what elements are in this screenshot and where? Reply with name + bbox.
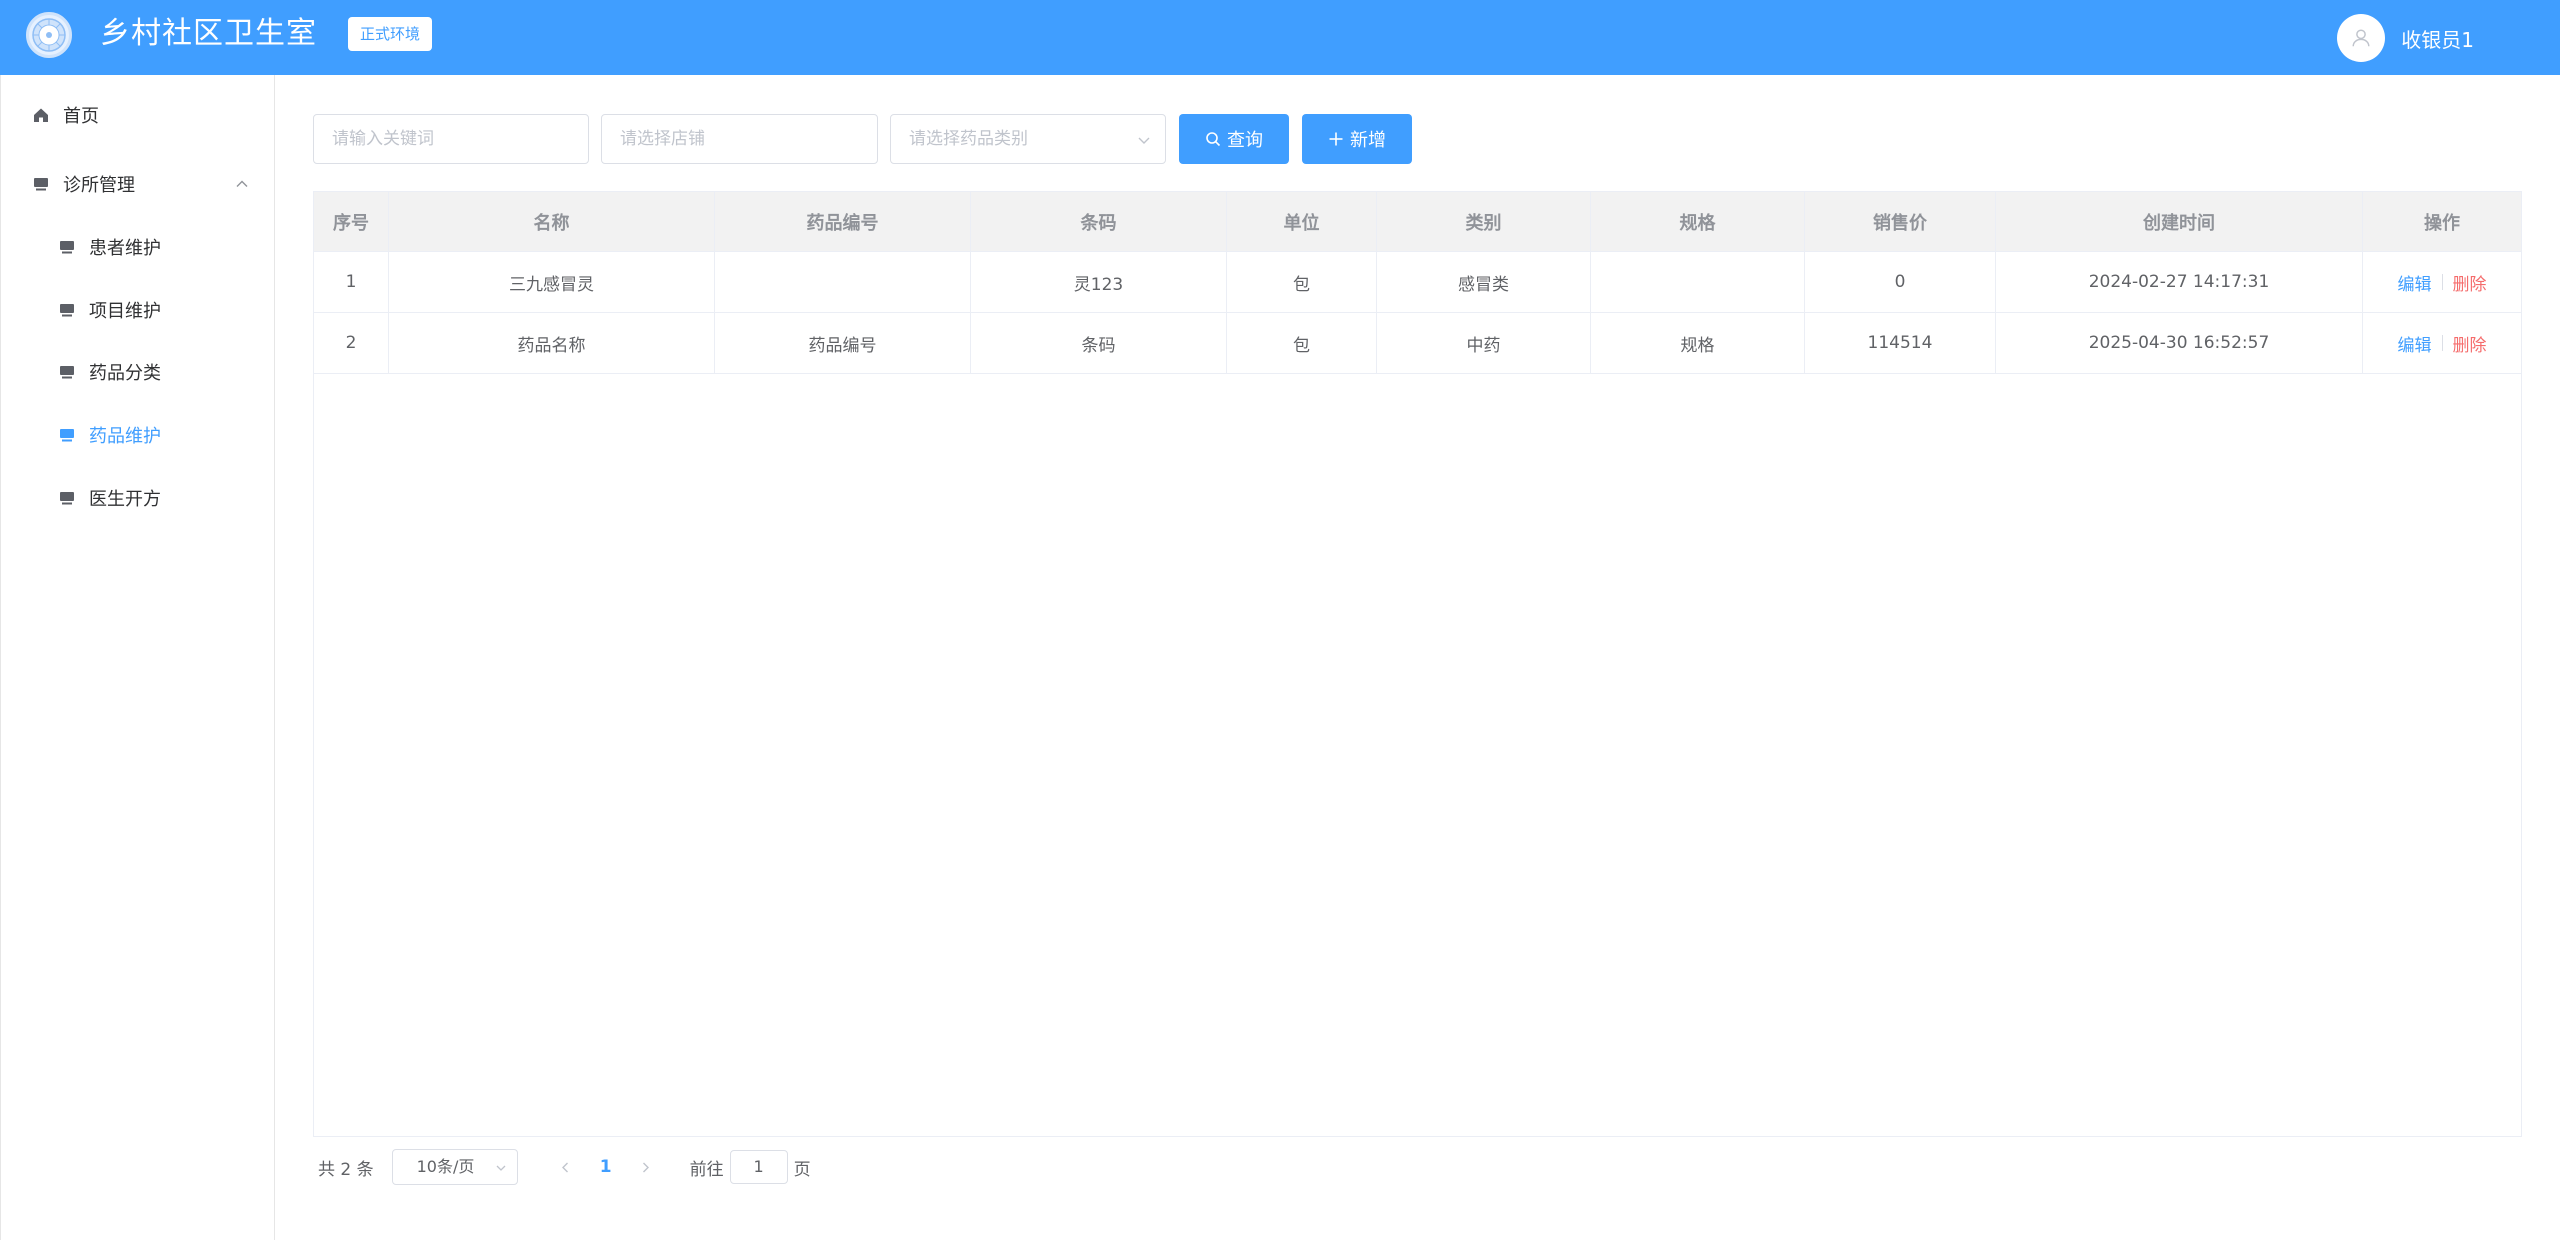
cell-created-time: 2024-02-27 14:17:31 (1996, 252, 2363, 312)
cell-unit: 包 (1227, 313, 1377, 373)
user-icon (2352, 29, 2370, 47)
drug-table: 序号 名称 药品编号 条码 单位 类别 规格 销售价 创建时间 操作 1 三九感… (313, 191, 2522, 1137)
cell-category: 感冒类 (1377, 252, 1591, 312)
cell-spec: 规格 (1591, 313, 1805, 373)
sidebar-item-label: 项目维护 (89, 301, 161, 322)
page-size-value: 10条/页 (416, 1157, 475, 1176)
monitor-icon (31, 174, 51, 194)
delete-link[interactable]: 删除 (2453, 331, 2487, 356)
action-divider (2441, 274, 2443, 290)
cell-drug-code (715, 252, 971, 312)
cell-created-time: 2025-04-30 16:52:57 (1996, 313, 2363, 373)
user-name: 收银员1 (2401, 27, 2474, 52)
table-row: 1 三九感冒灵 灵123 包 感冒类 0 2024-02-27 14:17:31… (314, 252, 2521, 313)
edit-link[interactable]: 编辑 (2398, 270, 2432, 295)
pagination-total: 共 2 条 (318, 1159, 374, 1180)
cell-spec (1591, 252, 1805, 312)
sidebar-item-label: 诊所管理 (63, 175, 135, 196)
cell-price: 0 (1805, 252, 1996, 312)
monitor-icon (57, 300, 77, 320)
column-header-actions: 操作 (2424, 212, 2460, 234)
column-header-category: 类别 (1377, 192, 1591, 251)
monitor-icon (57, 488, 77, 508)
cell-index: 1 (314, 252, 389, 312)
chevron-left-icon (562, 1162, 569, 1172)
cell-price: 114514 (1805, 313, 1996, 373)
sidebar-item-label: 首页 (63, 106, 99, 127)
logo-emblem-icon (32, 18, 66, 52)
sidebar-item-label: 医生开方 (89, 489, 161, 510)
top-header: 乡村社区卫生室 正式环境 收银员1 (0, 0, 2560, 75)
user-menu[interactable]: 收银员1 (2337, 14, 2474, 62)
sidebar-item-label: 药品维护 (89, 426, 161, 447)
goto-page-input[interactable]: 1 (729, 1150, 788, 1184)
cell-actions: 编辑 删除 (2363, 252, 2521, 312)
cell-unit: 包 (1227, 252, 1377, 312)
sidebar-item-label: 患者维护 (89, 238, 161, 259)
add-button-label: 新增 (1350, 130, 1386, 151)
delete-link[interactable]: 删除 (2453, 270, 2487, 295)
sidebar-item-home[interactable]: 首页 (1, 84, 275, 146)
sidebar-item-patient-maintenance[interactable]: 患者维护 (1, 216, 275, 278)
cell-name: 三九感冒灵 (389, 252, 715, 312)
sidebar-item-drug-category[interactable]: 药品分类 (1, 341, 275, 403)
edit-link[interactable]: 编辑 (2398, 331, 2432, 356)
column-header-barcode: 条码 (971, 192, 1227, 251)
sidebar-item-drug-maintenance[interactable]: 药品维护 (1, 404, 275, 466)
sidebar: 首页 诊所管理 患者维护 项目维护 药品分类 药品维护 医生开方 (0, 75, 275, 1240)
table-row: 2 药品名称 药品编号 条码 包 中药 规格 114514 2025-04-30… (314, 313, 2521, 374)
keyword-search-input[interactable]: 请输入关键词 (313, 114, 589, 164)
query-button-label: 查询 (1227, 130, 1263, 151)
app-title: 乡村社区卫生室 (100, 16, 317, 51)
environment-badge: 正式环境 (348, 17, 433, 51)
page-number-current[interactable]: 1 (586, 1149, 626, 1185)
column-header-created-time: 创建时间 (1996, 192, 2363, 251)
page-suffix: 页 (793, 1159, 811, 1180)
chevron-up-icon (236, 180, 248, 187)
store-select[interactable]: 请选择店铺 (601, 114, 878, 164)
pagination: 共 2 条 10条/页 1 前往 1 页 (318, 1148, 811, 1186)
page-size-select[interactable]: 10条/页 (391, 1149, 518, 1185)
column-header-name: 名称 (389, 192, 715, 251)
home-icon (31, 105, 51, 125)
drug-category-select[interactable]: 请选择药品类别 (890, 114, 1166, 164)
add-button[interactable]: 新增 (1302, 114, 1412, 164)
column-header-drug-code: 药品编号 (715, 192, 971, 251)
sidebar-item-clinic-management[interactable]: 诊所管理 (1, 153, 275, 215)
chevron-down-icon (1138, 137, 1150, 144)
monitor-icon (57, 237, 77, 257)
chevron-down-icon (496, 1165, 506, 1171)
prev-page-button[interactable] (546, 1149, 586, 1185)
action-divider (2441, 335, 2443, 351)
goto-label: 前往 (689, 1159, 724, 1180)
cell-actions: 编辑 删除 (2363, 313, 2521, 373)
table-header: 序号 名称 药品编号 条码 单位 类别 规格 销售价 创建时间 操作 (314, 192, 2521, 252)
plus-icon (1329, 132, 1343, 146)
next-page-button[interactable] (626, 1149, 666, 1185)
monitor-icon (57, 425, 77, 445)
sidebar-item-project-maintenance[interactable]: 项目维护 (1, 279, 275, 341)
avatar[interactable] (2337, 14, 2386, 62)
query-button[interactable]: 查询 (1179, 114, 1289, 164)
column-header-spec: 规格 (1591, 192, 1805, 251)
column-header-price: 销售价 (1805, 192, 1996, 251)
column-header-index: 序号 (314, 192, 389, 251)
cell-index: 2 (314, 313, 389, 373)
monitor-icon (57, 362, 77, 382)
search-icon (1206, 132, 1221, 147)
logo (26, 12, 72, 58)
chevron-right-icon (643, 1162, 650, 1172)
cell-barcode: 条码 (971, 313, 1227, 373)
cell-drug-code: 药品编号 (715, 313, 971, 373)
cell-category: 中药 (1377, 313, 1591, 373)
drug-category-placeholder: 请选择药品类别 (909, 129, 1028, 149)
cell-name: 药品名称 (389, 313, 715, 373)
sidebar-item-label: 药品分类 (89, 363, 161, 384)
cell-barcode: 灵123 (971, 252, 1227, 312)
column-header-unit: 单位 (1227, 192, 1377, 251)
sidebar-item-doctor-prescription[interactable]: 医生开方 (1, 467, 275, 529)
